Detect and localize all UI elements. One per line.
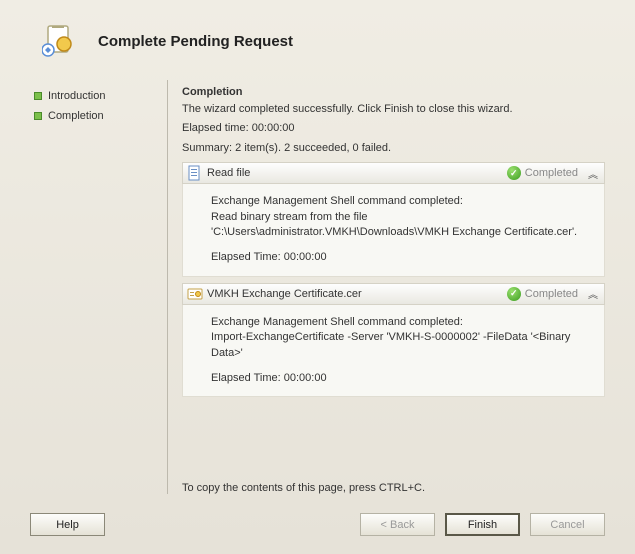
button-bar: Help < Back Finish Cancel: [0, 513, 635, 536]
task-header[interactable]: Read file Completed ︽: [182, 162, 605, 184]
sidebar-item-label: Introduction: [48, 90, 105, 102]
task-elapsed: Elapsed Time: 00:00:00: [211, 250, 594, 265]
sidebar-item-introduction[interactable]: Introduction: [30, 86, 167, 106]
copy-hint: To copy the contents of this page, press…: [182, 482, 425, 494]
task-line1: Exchange Management Shell command comple…: [211, 194, 594, 209]
task-line1: Exchange Management Shell command comple…: [211, 315, 594, 330]
step-bullet-icon: [34, 92, 42, 100]
finish-button[interactable]: Finish: [445, 513, 520, 536]
back-button: < Back: [360, 513, 435, 536]
task-body: Exchange Management Shell command comple…: [182, 305, 605, 398]
task-elapsed: Elapsed Time: 00:00:00: [211, 371, 594, 386]
content-heading: Completion: [182, 86, 605, 98]
task-status: Completed: [525, 167, 578, 179]
wizard-header: Complete Pending Request: [0, 0, 635, 76]
task-status: Completed: [525, 288, 578, 300]
task-cert-file: VMKH Exchange Certificate.cer Completed …: [182, 283, 605, 398]
file-icon: [187, 165, 203, 181]
elapsed-time: Elapsed time: 00:00:00: [182, 121, 605, 136]
check-icon: [507, 166, 521, 180]
help-button[interactable]: Help: [30, 513, 105, 536]
step-bullet-icon: [34, 112, 42, 120]
task-title: VMKH Exchange Certificate.cer: [207, 288, 507, 300]
task-header[interactable]: VMKH Exchange Certificate.cer Completed …: [182, 283, 605, 305]
task-read-file: Read file Completed ︽ Exchange Managemen…: [182, 162, 605, 277]
cancel-button: Cancel: [530, 513, 605, 536]
main-area: Introduction Completion Completion The w…: [30, 80, 605, 494]
sidebar-item-label: Completion: [48, 110, 104, 122]
task-line2: Read binary stream from the file 'C:\Use…: [211, 210, 594, 241]
collapse-icon[interactable]: ︽: [588, 286, 596, 301]
wizard-success-text: The wizard completed successfully. Click…: [182, 102, 605, 117]
wizard-icon: [42, 22, 80, 60]
summary-text: Summary: 2 item(s). 2 succeeded, 0 faile…: [182, 141, 605, 156]
certificate-icon: [187, 286, 203, 302]
task-body: Exchange Management Shell command comple…: [182, 184, 605, 277]
content-pane: Completion The wizard completed successf…: [168, 80, 605, 494]
collapse-icon[interactable]: ︽: [588, 166, 596, 181]
task-title: Read file: [207, 167, 507, 179]
task-line2: Import-ExchangeCertificate -Server 'VMKH…: [211, 330, 594, 361]
wizard-sidebar: Introduction Completion: [30, 80, 168, 494]
page-title: Complete Pending Request: [98, 33, 293, 50]
check-icon: [507, 287, 521, 301]
sidebar-item-completion[interactable]: Completion: [30, 106, 167, 126]
